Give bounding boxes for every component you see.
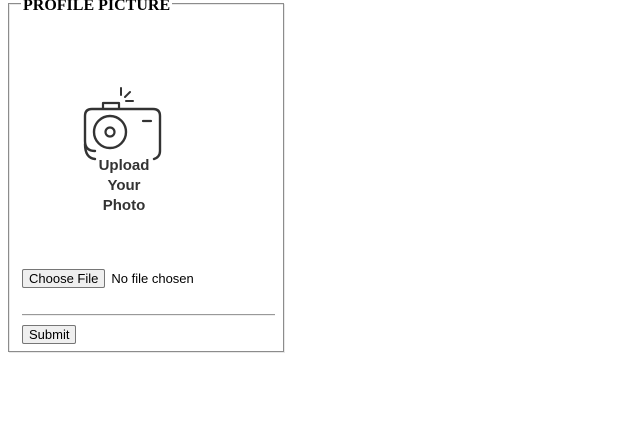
upload-photo-illustration: Upload Your Photo <box>81 86 167 218</box>
camera-icon <box>83 87 162 161</box>
file-status-text: No file chosen <box>111 270 194 286</box>
choose-file-button[interactable]: Choose File <box>22 268 106 288</box>
file-input[interactable]: Choose File No file chosen <box>22 268 194 288</box>
fieldset-legend: PROFILE PICTURE <box>21 0 173 14</box>
caption-line: Upload <box>98 157 150 174</box>
caption-line: Photo <box>102 197 146 214</box>
submit-row: Submit <box>22 325 77 344</box>
caption-line: Your <box>107 177 141 194</box>
submit-button[interactable]: Submit <box>22 325 77 344</box>
profile-picture-fieldset: PROFILE PICTURE Upload Your Photo Choose… <box>8 0 284 352</box>
divider <box>22 314 275 316</box>
upload-photo-caption: Upload Your Photo <box>81 156 167 216</box>
